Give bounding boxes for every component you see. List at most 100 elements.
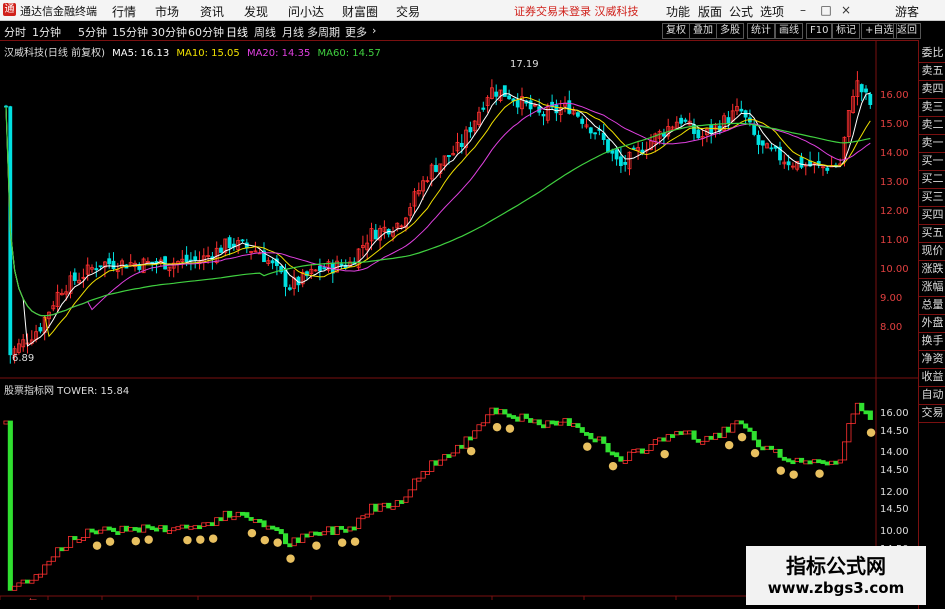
period-tab-5min[interactable]: 5分钟 [78,24,107,40]
period-tab-multi[interactable]: 多周期 [307,24,340,40]
tower-bar [829,460,835,465]
tower-bar [334,526,340,535]
tower-bar [867,410,873,420]
candle-body [619,156,623,167]
tower-bar [343,528,349,533]
sidebar-item[interactable]: 卖四 [919,80,945,99]
mark-button[interactable]: 标记 [832,23,860,39]
sidebar-item[interactable]: 涨幅 [919,278,945,297]
tower-bar [356,517,362,529]
menu-item-layout[interactable]: 版面 [698,3,722,20]
menu-item-trade[interactable]: 交易 [396,3,420,20]
period-tab-weekly[interactable]: 周线 [254,24,276,40]
tower-bar [760,446,766,451]
add-watchlist-button[interactable]: +自选 [861,23,898,39]
adjust-button[interactable]: 复权 [662,23,690,39]
sidebar-item[interactable]: 买五 [919,224,945,243]
tower-bar [192,525,198,530]
tower-bar [717,432,723,439]
sidebar-item[interactable]: 自动 [919,386,945,405]
sidebar-item[interactable]: 换手 [919,332,945,351]
tower-bar [450,452,456,457]
period-tab-daily[interactable]: 日线 [226,24,248,40]
menu-item-news[interactable]: 资讯 [200,3,224,20]
tower-bar [274,527,280,531]
candle-body [679,117,683,124]
candle-body [283,269,288,287]
overlay-button[interactable]: 叠加 [689,23,717,39]
back-button[interactable]: 返回 [893,23,921,39]
tower-bar [799,457,805,463]
sidebar-item[interactable]: 交易 [919,404,945,423]
tower-bar [218,517,224,522]
sidebar-item[interactable]: 涨跌 [919,260,945,279]
menu-item-options[interactable]: 选项 [760,3,784,20]
tower-bar [691,430,697,440]
sidebar-item[interactable]: 收益 [919,368,945,387]
main-axis-label: 8.00 [880,322,902,333]
sidebar-item[interactable]: 卖二 [919,116,945,135]
tower-bar [467,436,473,441]
money-bag-icon: ● [608,459,618,472]
sidebar-item[interactable]: 净资 [919,350,945,369]
period-tab-30min[interactable]: 30分钟 [151,24,187,40]
period-tab-intraday[interactable]: 分时 [4,24,26,40]
trade-login-notice[interactable]: 证券交易未登录 汉威科技 [514,3,639,19]
tower-bar [695,438,701,443]
tower-bar [149,526,155,531]
main-candlesticks[interactable]: 17.19 6.89 [4,59,873,364]
period-tab-monthly[interactable]: 月线 [282,24,304,40]
sidebar-item[interactable]: 卖一 [919,134,945,153]
sidebar-item[interactable]: 委比 [919,44,945,63]
period-tab-more[interactable]: 更多 [345,24,367,40]
minimize-icon[interactable]: – [795,2,811,18]
tower-bar [609,451,615,456]
tower-bar [459,444,465,449]
menu-item-quotes[interactable]: 行情 [112,3,136,20]
tower-bar [239,511,246,516]
sidebar-item[interactable]: 总量 [919,296,945,315]
tower-bar [807,460,813,465]
draw-line-button[interactable]: 画线 [775,23,803,39]
restore-icon[interactable]: □ [818,2,834,18]
main-axis-label: 12.00 [880,206,909,217]
multi-stock-button[interactable]: 多股 [716,23,744,39]
sidebar-item[interactable]: 外盘 [919,314,945,333]
tower-bar [102,526,108,531]
sidebar-item[interactable]: 卖五 [919,62,945,81]
menu-item-market[interactable]: 市场 [155,3,179,20]
tower-bar [377,503,383,512]
menu-item-discover[interactable]: 发现 [244,3,268,20]
sidebar-item[interactable]: 买一 [919,152,945,171]
tower-bar [411,478,418,491]
sidebar-item[interactable]: 买四 [919,206,945,225]
menu-item-formula[interactable]: 公式 [729,3,753,20]
tower-bar [541,424,547,429]
close-icon[interactable]: × [838,2,854,18]
menu-item-function[interactable]: 功能 [666,3,690,20]
menu-item-wealth[interactable]: 财富圈 [342,3,378,20]
tower-bar [704,435,710,442]
money-bag-icon: ● [247,526,257,539]
period-tab-60min[interactable]: 60分钟 [188,24,224,40]
user-guest[interactable]: 游客 [895,3,919,20]
tower-bar [37,573,43,578]
statistics-button[interactable]: 统计 [747,23,775,39]
period-tab-1min[interactable]: 1分钟 [32,24,61,40]
candle-body [554,104,559,114]
kline-chart[interactable]: 17.196.89 ● ● ● ● ● ● ● ●● ●●● ● ●●● ●●●●●●●● ● ●● 16… [0,40,918,600]
tower-bar [596,436,602,441]
moving-average-lines [5,92,871,347]
money-bag-icon: ● [750,446,760,459]
candle-body [270,260,275,264]
tower-bar [287,543,293,548]
sidebar-item[interactable]: 现价 [919,242,945,261]
sidebar-item[interactable]: 买三 [919,188,945,207]
sidebar-item[interactable]: 买二 [919,170,945,189]
menu-item-ask[interactable]: 问小达 [288,3,324,20]
chevron-right-icon[interactable]: › [372,24,376,37]
period-tab-15min[interactable]: 15分钟 [112,24,148,40]
f10-button[interactable]: F10 [806,23,833,39]
sidebar-item[interactable]: 卖三 [919,98,945,117]
tower-bar [558,421,564,426]
